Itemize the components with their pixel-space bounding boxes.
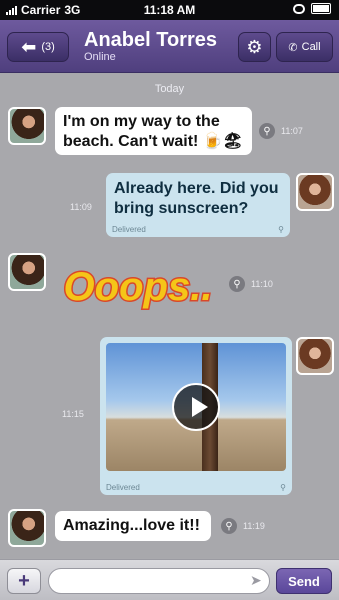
contact-status: Online [84, 51, 116, 63]
location-pin-icon[interactable]: ⚲ [259, 123, 275, 139]
message-bubble-incoming[interactable]: I'm on my way to the beach. Can't wait! … [55, 107, 252, 155]
message-text: Amazing...love it!! [63, 517, 200, 534]
message-time: 11:19 [243, 521, 265, 531]
location-arrow-icon[interactable]: ➤ [250, 572, 262, 589]
status-bar: Carrier 3G 11:18 AM [0, 0, 339, 20]
plus-icon: + [18, 569, 30, 592]
message-list[interactable]: Today I'm on my way to the beach. Can't … [0, 73, 339, 558]
play-icon[interactable] [172, 383, 220, 431]
status-time: 11:18 AM [143, 3, 196, 17]
my-avatar[interactable] [296, 337, 334, 375]
location-pin-icon: ⚲ [280, 483, 286, 492]
location-pin-icon[interactable]: ⚲ [229, 276, 245, 292]
message-input[interactable] [48, 568, 270, 594]
contact-avatar[interactable] [8, 253, 46, 291]
delivered-status: Delivered [106, 483, 140, 492]
sticker-text: Ooops.. [64, 265, 213, 309]
video-message[interactable]: Delivered ⚲ [100, 337, 292, 495]
call-label: Call [301, 41, 321, 53]
message-bubble-outgoing[interactable]: Already here. Did you bring sunscreen? D… [106, 173, 290, 237]
call-button[interactable]: ✆ Call [276, 32, 333, 62]
my-avatar[interactable] [296, 173, 334, 211]
contact-avatar[interactable] [8, 107, 46, 145]
send-button[interactable]: Send [276, 568, 332, 594]
phone-icon: ✆ [288, 41, 298, 54]
message-text: Already here. Did you bring sunscreen? [114, 180, 279, 217]
message-text: I'm on my way to the beach. Can't wait! … [63, 113, 244, 150]
location-pin-icon[interactable]: ⚲ [221, 518, 237, 534]
unread-count: (3) [41, 41, 55, 53]
location-pin-icon: ⚲ [278, 225, 284, 234]
back-button[interactable]: ⬅ (3) [7, 32, 69, 62]
message-time: 11:10 [251, 279, 273, 289]
day-separator: Today [154, 83, 185, 95]
message-bubble-incoming[interactable]: Amazing...love it!! [55, 511, 211, 541]
compose-bar: + ➤ Send [0, 559, 339, 600]
contact-avatar[interactable] [8, 509, 46, 547]
message-time: 11:07 [281, 126, 303, 136]
battery-icon [311, 3, 331, 14]
message-time: 11:09 [70, 202, 92, 212]
back-arrow-icon: ⬅ [21, 37, 37, 57]
sticker-ooops[interactable]: Ooops.. [54, 256, 222, 314]
message-time: 11:15 [62, 409, 84, 419]
contact-info[interactable]: Anabel Torres Online [84, 29, 217, 64]
conversation-header: ⬅ (3) Anabel Torres Online ⚙ ✆ Call [0, 20, 339, 73]
contact-name: Anabel Torres [84, 29, 217, 51]
settings-button[interactable]: ⚙ [238, 32, 271, 62]
rotation-lock-icon [293, 3, 305, 14]
video-thumbnail[interactable] [106, 343, 286, 471]
delivered-status: Delivered [112, 225, 146, 234]
attach-button[interactable]: + [7, 568, 41, 594]
chat-screen: Carrier 3G 11:18 AM ⬅ (3) Anabel Torres … [0, 0, 339, 600]
gear-icon: ⚙ [246, 36, 263, 57]
